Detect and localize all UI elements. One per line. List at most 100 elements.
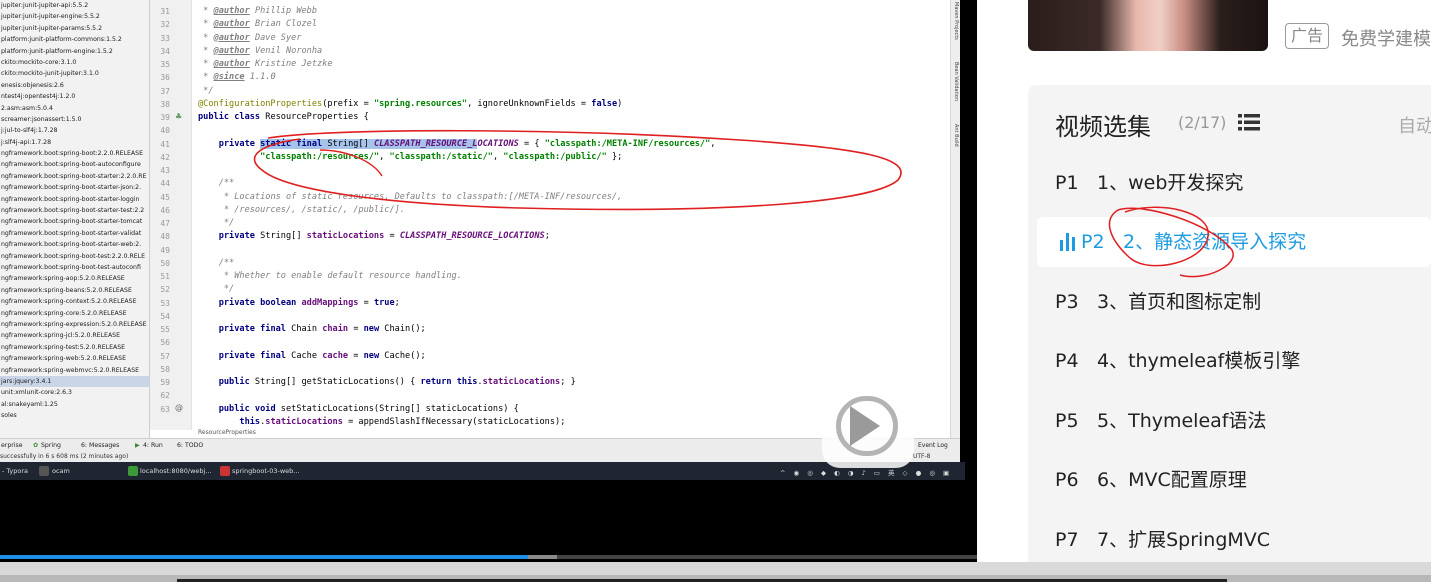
code-line: public class ResourceProperties {: [198, 112, 369, 122]
autoplay-toggle[interactable]: 自动: [1398, 112, 1431, 138]
library-item[interactable]: ngframework.boot:spring-boot-starter-jso…: [0, 182, 149, 193]
right-sidebar: 广告 免费学建模 视频选集 (2/17) 自动 P1 1、web开发探究 P2 2、…: [977, 0, 1431, 582]
library-item[interactable]: ngframework:spring-web:5.2.0.RELEASE: [0, 353, 149, 364]
line-number: 32: [160, 20, 170, 30]
tool-messages[interactable]: 6: Messages: [81, 442, 119, 449]
code-line: private String[] staticLocations = CLASS…: [218, 231, 550, 242]
library-item[interactable]: ngframework:spring-webmvc:5.2.0.RELEASE: [0, 365, 149, 376]
line-number: 35: [160, 60, 170, 69]
episode-item[interactable]: P1 1、web开发探究: [1055, 163, 1243, 203]
library-item[interactable]: ngframework:spring-beans:5.2.0.RELEASE: [0, 285, 149, 296]
code-editor: 31 32 33 34 35 36 37 38 39 40 41 42 43 44 45 46 47 48 49 50…: [150, 0, 950, 438]
encoding-indicator[interactable]: UTF-8: [913, 452, 931, 462]
episode-item[interactable]: P6 6、MVC配置原理: [1055, 460, 1247, 500]
taskbar-item-typora[interactable]: - Typora: [2, 467, 28, 475]
episode-item[interactable]: P7 7、扩展SpringMVC: [1055, 520, 1270, 560]
tool-spring[interactable]: Spring: [41, 442, 61, 449]
ide-screen: jupiter:junit-jupiter-api:5.5.2 jupiter:j…: [0, 0, 965, 480]
library-item[interactable]: soles: [0, 410, 149, 421]
library-item[interactable]: jupiter:junit-jupiter-api:5.5.2: [0, 0, 149, 11]
library-item[interactable]: 2.asm:asm:5.0.4: [0, 103, 149, 114]
library-item[interactable]: ngframework.boot:spring-boot-starter:2.2…: [0, 171, 149, 182]
line-number: 62: [160, 391, 170, 401]
tab-bean-validation[interactable]: Bean Validation: [953, 62, 959, 101]
playlist-title: 视频选集: [1055, 113, 1151, 141]
library-item[interactable]: ngframework.boot:spring-boot:2.2.0.RELEA…: [0, 148, 149, 159]
tool-run[interactable]: 4: Run: [143, 442, 163, 449]
tool-enterprise[interactable]: erprise: [1, 442, 23, 449]
library-item[interactable]: jars:jquery:3.4.1: [0, 375, 149, 388]
episode-item[interactable]: P3 3、首页和图标定制: [1055, 282, 1261, 322]
library-item[interactable]: ntest4j:opentest4j:1.2.0: [0, 91, 149, 102]
ad-title[interactable]: 免费学建模: [1341, 25, 1431, 51]
tab-ant-build[interactable]: Ant Build: [953, 124, 959, 147]
library-item[interactable]: ngframework.boot:spring-boot-starter-tes…: [0, 205, 149, 216]
library-item[interactable]: j:jul-to-slf4j:1.7.28: [0, 125, 149, 136]
code-line: */: [198, 85, 214, 96]
library-item[interactable]: ngframework:spring-aop:5.2.0.RELEASE: [0, 273, 149, 284]
event-log[interactable]: Event Log: [918, 442, 948, 449]
status-text: successfully in 6 s 608 ms (2 minutes ag…: [0, 453, 129, 460]
library-item[interactable]: ngframework:spring-expression:5.2.0.RELE…: [0, 319, 149, 330]
line-number: 38: [160, 99, 170, 109]
episode-item[interactable]: P5 5、Thymeleaf语法: [1055, 401, 1266, 441]
progress-bar[interactable]: [0, 555, 977, 559]
line-number: 39: [160, 113, 170, 122]
code-line: private boolean addMappings = true;: [218, 297, 400, 308]
library-item[interactable]: jupiter:junit-jupiter-engine:5.5.2: [0, 11, 149, 22]
code-line: */: [198, 218, 235, 228]
library-item[interactable]: ngframework.boot:spring-boot-starter-tom…: [0, 216, 149, 227]
bean-gutter-icon[interactable]: ♣: [175, 112, 182, 121]
code-line: */: [198, 284, 235, 295]
code-line: * @author Brian Clozel: [198, 19, 318, 30]
tool-todo[interactable]: 6: TODO: [177, 442, 203, 449]
library-item[interactable]: ckito:mockito-core:3.1.0: [0, 57, 149, 68]
library-item[interactable]: ngframework.boot:spring-boot-starter-web…: [0, 239, 149, 250]
library-item[interactable]: jupiter:junit-jupiter-params:5.5.2: [0, 23, 149, 34]
code-line: * @author Venil Noronha: [198, 45, 323, 56]
taskbar-item-idea[interactable]: springboot-03-web...: [232, 467, 299, 475]
library-item[interactable]: ngframework:spring-test:5.2.0.RELEASE: [0, 342, 149, 353]
library-item[interactable]: ngframework:spring-context:5.2.0.RELEASE: [0, 296, 149, 307]
tab-maven-projects[interactable]: Maven Projects: [953, 2, 959, 40]
ide-status-bar: successfully in 6 s 608 ms (2 minutes ag…: [0, 452, 960, 462]
ad-thumbnail[interactable]: [1028, 0, 1268, 51]
line-number: 63: [160, 404, 170, 414]
list-view-icon[interactable]: [1238, 114, 1260, 131]
episode-item[interactable]: P4 4、thymeleaf模板引擎: [1055, 341, 1300, 381]
library-item[interactable]: unit:xmlunit-core:2.6.3: [0, 387, 149, 398]
video-player[interactable]: jupiter:junit-jupiter-api:5.5.2 jupiter:j…: [0, 0, 977, 562]
library-item[interactable]: ngframework.boot:spring-boot-starter-val…: [0, 228, 149, 239]
playlist-count: (2/17): [1178, 113, 1227, 132]
taskbar-item-browser[interactable]: localhost:8080/webj...: [140, 467, 212, 475]
code-line: * @author Kristine Jetzke: [198, 59, 333, 69]
taskbar-item-ocam[interactable]: ocam: [52, 467, 70, 475]
line-number: 59: [160, 378, 170, 387]
library-item[interactable]: platform:junit-platform-engine:1.5.2: [0, 46, 149, 57]
library-item[interactable]: screamer:jsonassert:1.5.0: [0, 114, 149, 125]
library-item[interactable]: platform:junit-platform-commons:1.5.2: [0, 34, 149, 45]
play-button[interactable]: ╲ ╱: [822, 372, 914, 468]
code-line: /**: [198, 178, 235, 189]
library-item[interactable]: ngframework:spring-core:5.2.0.RELEASE: [0, 308, 149, 319]
library-item[interactable]: ngframework.boot:spring-boot-test:2.2.0.…: [0, 251, 149, 262]
tray-icons: ^ ◉ ◎ ◆ ◐ ◑ ♪ ▭ 英 ◇ ● ◎ ▣: [780, 469, 953, 477]
library-item[interactable]: ngframework.boot:spring-boot-starter-log…: [0, 194, 149, 205]
run-icon: ▶: [135, 442, 140, 449]
library-item[interactable]: ngframework:spring-jcl:5.2.0.RELEASE: [0, 330, 149, 341]
library-item[interactable]: al:snakeyaml:1.25: [0, 399, 149, 410]
episode-item-current[interactable]: P2 2、静态资源导入探究: [1081, 222, 1306, 262]
code-area: * @author Phillip Webb * @author Brian C…: [198, 0, 948, 430]
library-item[interactable]: j:slf4j-api:1.7.28: [0, 137, 149, 148]
breadcrumb[interactable]: ResourceProperties: [198, 427, 256, 438]
library-item[interactable]: ngframework.boot:spring-boot-test-autoco…: [0, 262, 149, 273]
override-gutter-icon[interactable]: @: [175, 403, 183, 412]
library-item[interactable]: enesis:objenesis:2.6: [0, 80, 149, 91]
line-number: 40: [160, 126, 170, 136]
library-item[interactable]: ckito:mockito-junit-jupiter:3.1.0: [0, 68, 149, 79]
tv-ear-icon: ╱: [880, 372, 894, 397]
line-number: 48: [160, 232, 170, 242]
library-item[interactable]: ngframework.boot:spring-boot-autoconfigu…: [0, 159, 149, 170]
code-line: @ConfigurationProperties(prefix = "sprin…: [198, 98, 623, 109]
line-number: 55: [160, 325, 170, 334]
